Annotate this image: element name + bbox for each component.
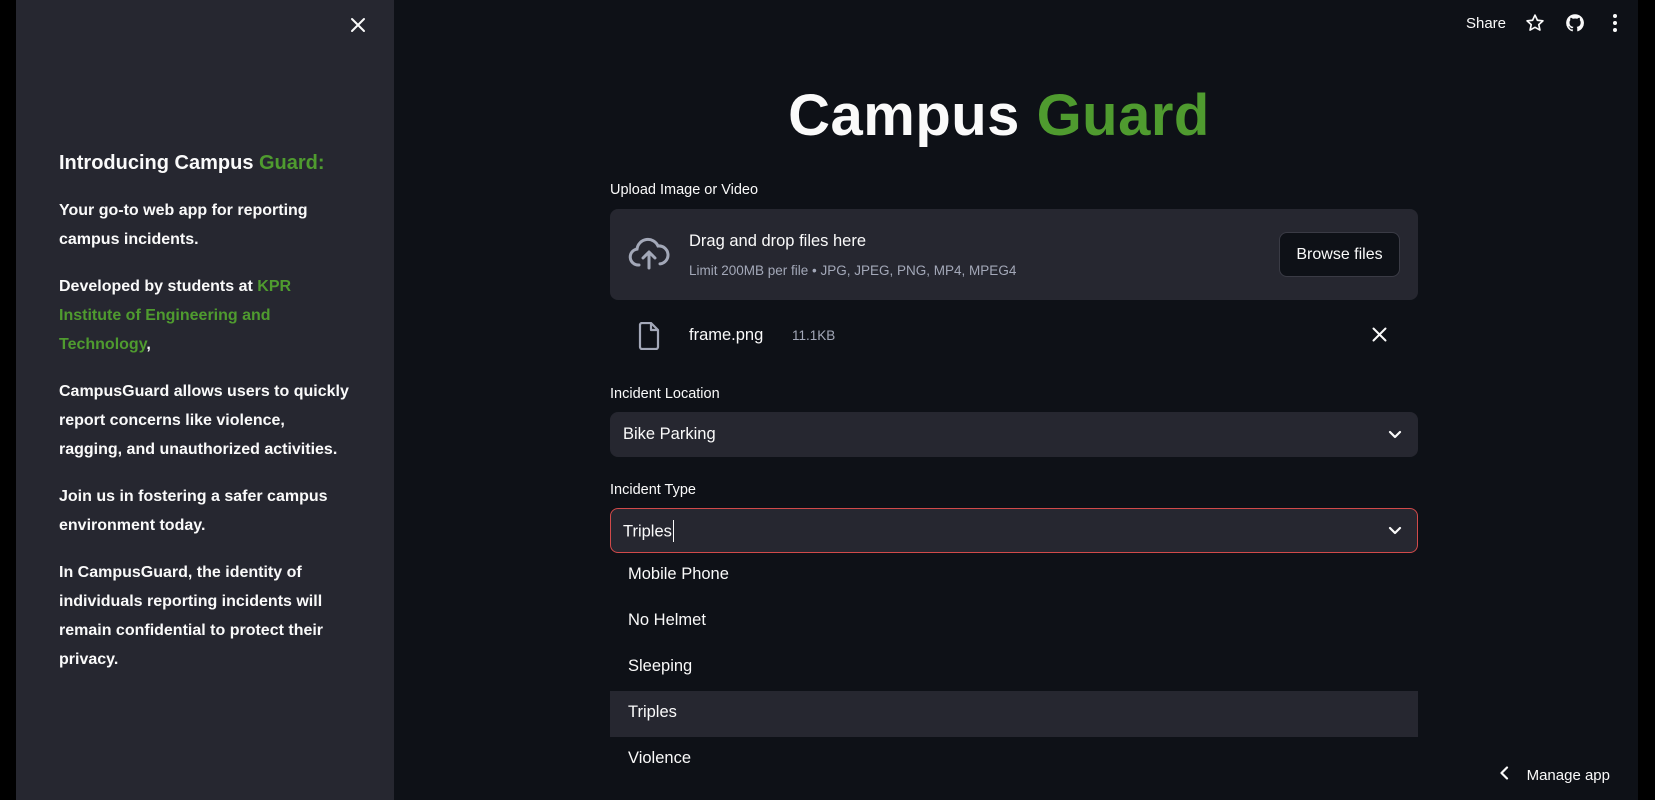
file-dropzone[interactable]: Drag and drop files here Limit 200MB per… bbox=[610, 209, 1418, 300]
page-title: Campus Guard bbox=[788, 83, 1210, 148]
text-cursor bbox=[672, 520, 675, 542]
incident-type-value[interactable]: Triples bbox=[623, 520, 675, 543]
sidebar-features-text: CampusGuard allows users to quickly repo… bbox=[59, 383, 349, 458]
file-icon bbox=[638, 321, 660, 355]
sidebar-heading: Introducing Campus Guard: bbox=[59, 152, 325, 174]
dropdown-option[interactable]: Mobile Phone bbox=[610, 553, 1418, 599]
incident-location-select[interactable]: Bike Parking bbox=[610, 412, 1418, 457]
sidebar-developer-text: Developed by students at KPR Institute o… bbox=[59, 278, 292, 353]
sidebar-cta-text: Join us in fostering a safer campus envi… bbox=[59, 488, 328, 534]
close-icon bbox=[351, 18, 365, 32]
remove-file-button[interactable] bbox=[1368, 324, 1390, 346]
cloud-upload-icon bbox=[628, 237, 670, 276]
incident-type-select[interactable]: Triples bbox=[610, 508, 1418, 553]
dropzone-limits: Limit 200MB per file • JPG, JPEG, PNG, M… bbox=[689, 263, 1017, 278]
file-name: frame.png bbox=[689, 326, 764, 344]
top-toolbar: Share bbox=[1466, 10, 1626, 36]
file-size: 11.1KB bbox=[792, 328, 836, 343]
sidebar-privacy-text: In CampusGuard, the identity of individu… bbox=[59, 564, 324, 668]
chevron-left-icon bbox=[1499, 766, 1509, 784]
chevron-down-icon bbox=[1387, 522, 1403, 543]
sidebar-content: Introducing Campus Guard: Your go-to web… bbox=[59, 148, 349, 692]
close-icon bbox=[1372, 327, 1386, 342]
uploaded-file-row: frame.png 11.1KB bbox=[610, 318, 1418, 354]
browse-files-button[interactable]: Browse files bbox=[1279, 232, 1400, 277]
incident-location-value: Bike Parking bbox=[623, 425, 716, 443]
more-vertical-icon[interactable] bbox=[1604, 12, 1626, 34]
dropzone-title: Drag and drop files here bbox=[689, 232, 867, 250]
dropdown-option[interactable]: No Helmet bbox=[610, 599, 1418, 645]
incident-type-dropdown: Mobile Phone No Helmet Sleeping Triples … bbox=[610, 553, 1418, 783]
dropdown-option[interactable]: Sleeping bbox=[610, 645, 1418, 691]
dropdown-option[interactable]: Violence bbox=[610, 737, 1418, 783]
close-sidebar-button[interactable] bbox=[346, 14, 370, 38]
upload-label: Upload Image or Video bbox=[610, 182, 759, 198]
github-icon[interactable] bbox=[1564, 12, 1586, 34]
sidebar: Introducing Campus Guard: Your go-to web… bbox=[16, 0, 394, 800]
incident-location-label: Incident Location bbox=[610, 386, 720, 402]
sidebar-intro-text: Your go-to web app for reporting campus … bbox=[59, 202, 308, 248]
manage-app-button[interactable]: Manage app bbox=[1499, 764, 1610, 786]
app-frame: Introducing Campus Guard: Your go-to web… bbox=[16, 0, 1638, 800]
dropdown-option-selected[interactable]: Triples bbox=[610, 691, 1418, 737]
share-button[interactable]: Share bbox=[1466, 15, 1506, 32]
chevron-down-icon bbox=[1387, 426, 1403, 447]
incident-type-label: Incident Type bbox=[610, 482, 696, 498]
star-icon[interactable] bbox=[1524, 12, 1546, 34]
